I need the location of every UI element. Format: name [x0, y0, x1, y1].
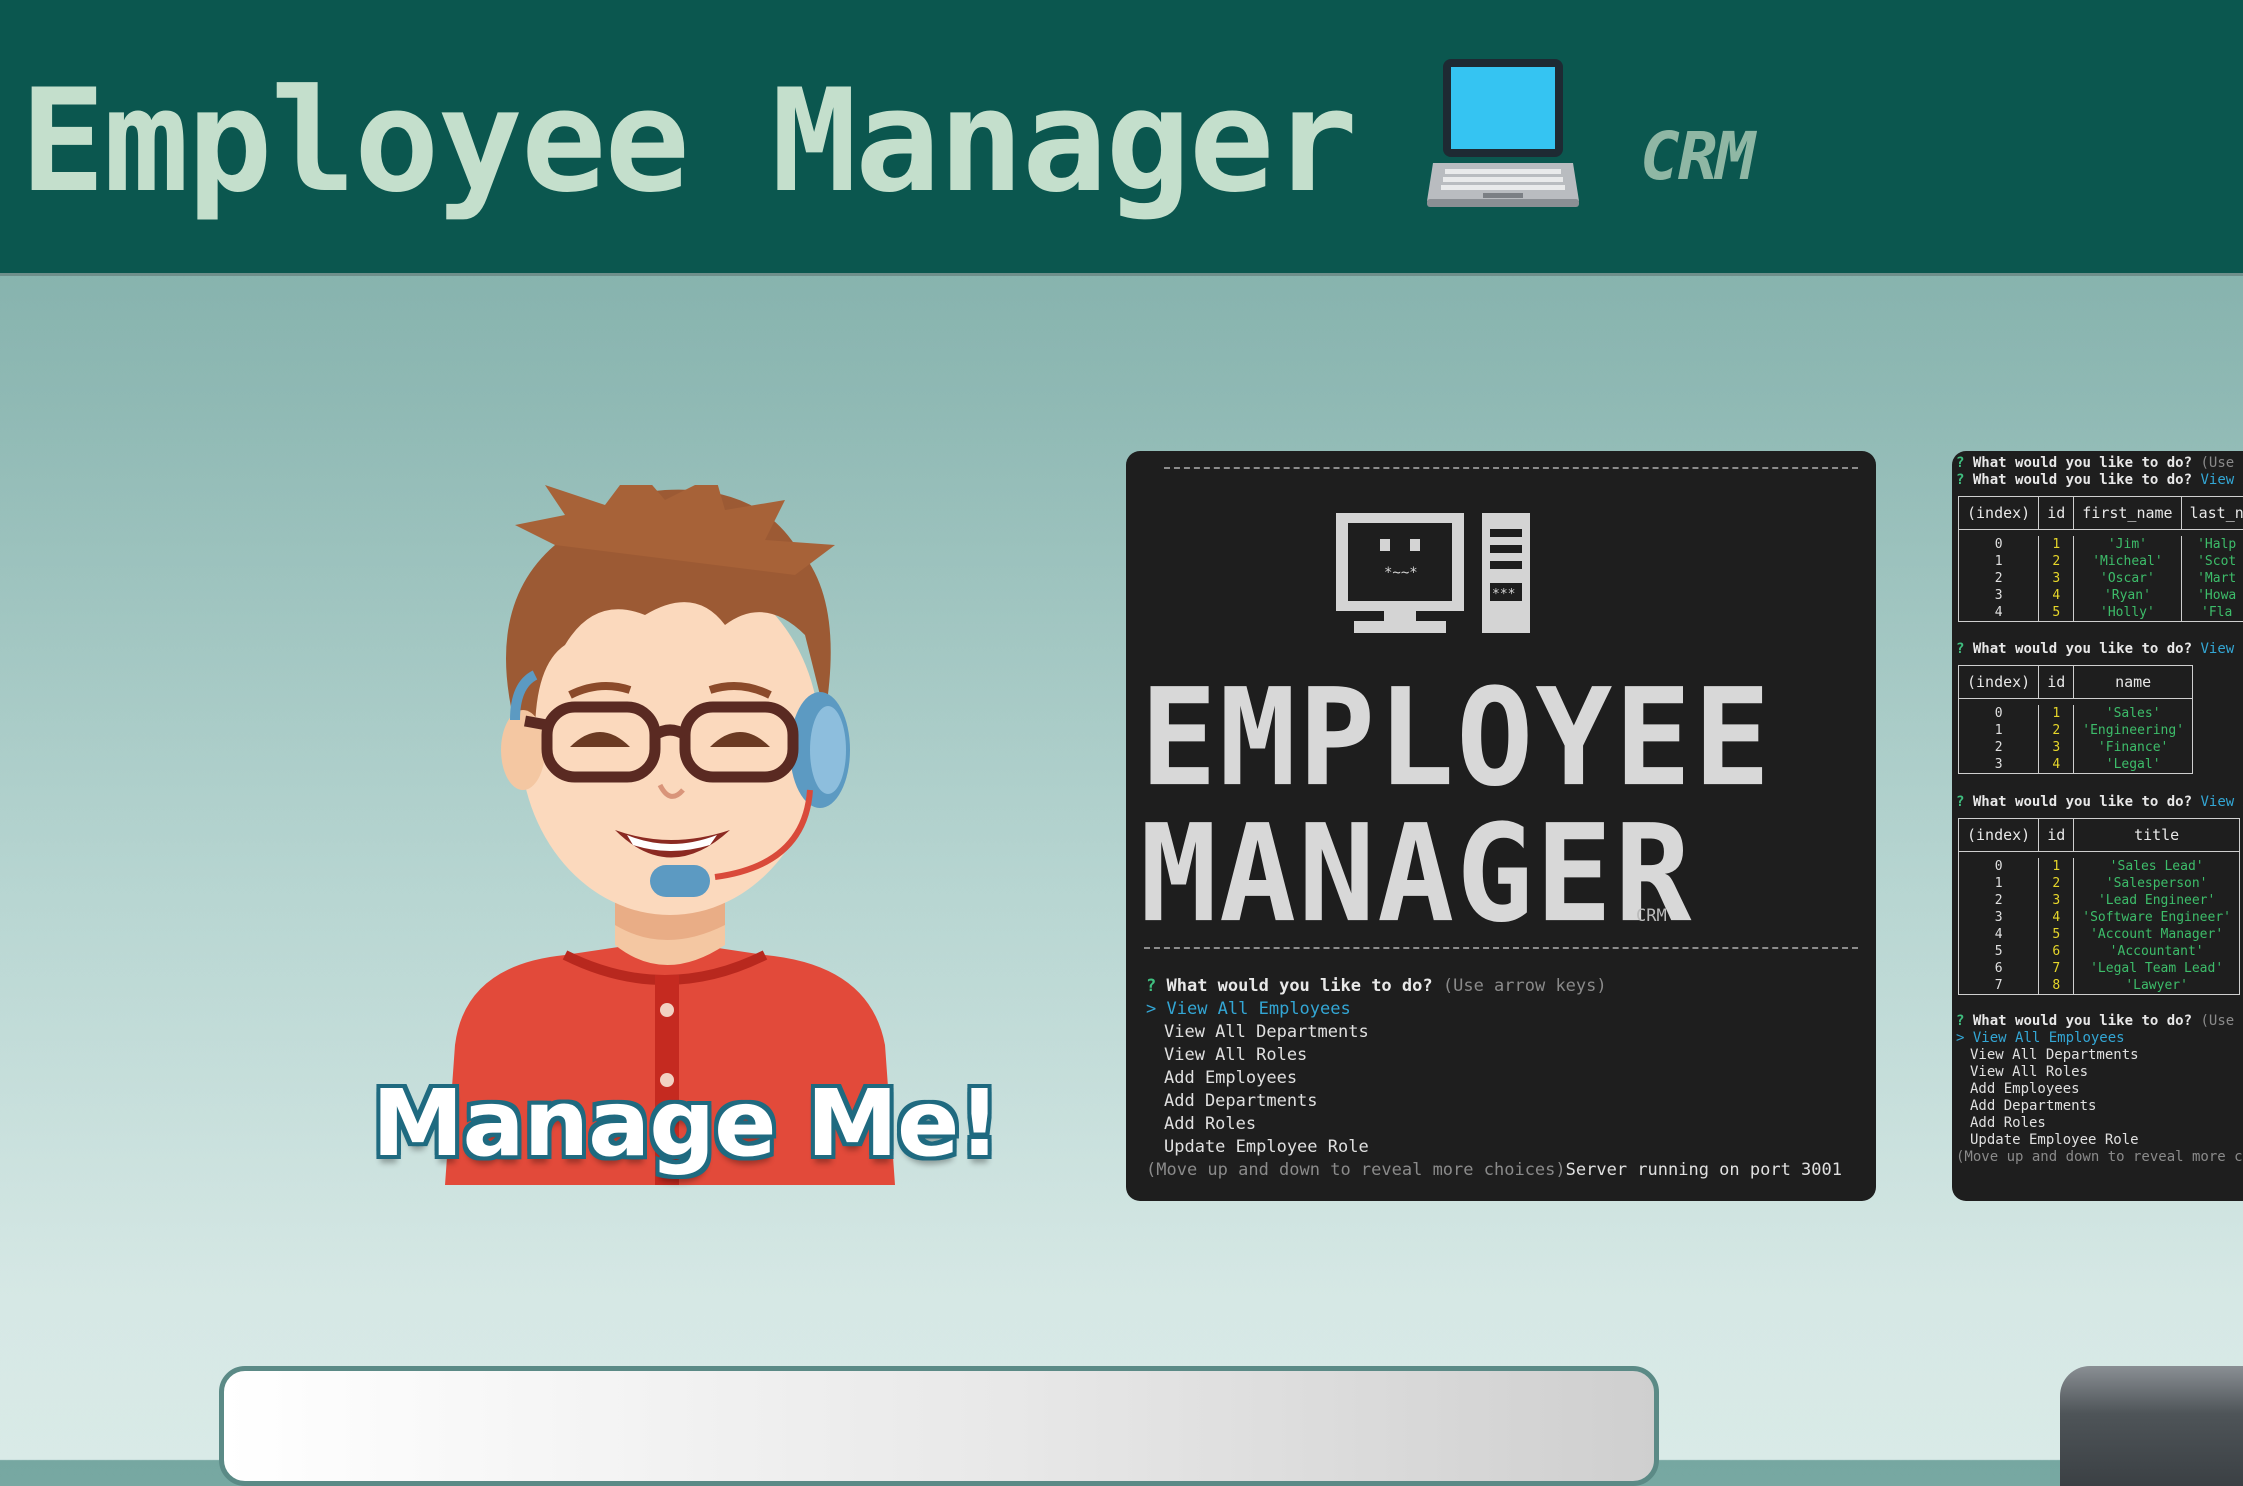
mascot-caption: Manage Me!	[372, 1070, 999, 1177]
table-row: 01'Sales'	[1959, 705, 2193, 722]
page-title: Employee Manager	[20, 62, 1356, 222]
menu-option[interactable]: Add Roles	[1164, 1113, 1256, 1136]
departments-table: (index) id name 01'Sales' 12'Engineering…	[1958, 665, 2193, 774]
table-row: 23'Finance'	[1959, 739, 2193, 756]
employees-table: (index) id first_name last_n 01'Jim''Hal…	[1958, 496, 2243, 622]
dashed-divider	[1144, 947, 1858, 951]
content-card-partial	[2060, 1366, 2243, 1486]
menu-option[interactable]: View All Roles	[1164, 1044, 1307, 1067]
ascii-title-manager: MANAGER	[1140, 808, 1693, 942]
table-row: 23'Oscar''Mart	[1959, 570, 2243, 587]
menu-option[interactable]: View All Roles	[1970, 1064, 2088, 1081]
menu-option[interactable]: Update Employee Role	[1164, 1136, 1369, 1159]
table-row: 78'Lawyer'	[1959, 977, 2240, 995]
menu-option[interactable]: Add Roles	[1970, 1115, 2046, 1132]
ascii-title-employee: EMPLOYEE	[1140, 672, 1773, 806]
terminal-footer: (Move up and down to reveal more cho	[1956, 1149, 2243, 1166]
table-row: 45'Holly''Fla	[1959, 604, 2243, 622]
menu-option-selected[interactable]: > View All Employees	[1956, 1030, 2125, 1047]
table-row: 23'Lead Engineer'	[1959, 892, 2240, 909]
table-row: 12'Micheal''Scot	[1959, 553, 2243, 570]
prompt-question: ? What would you like to do? (Use ar	[1956, 455, 2243, 472]
table-row: 56'Accountant'	[1959, 943, 2240, 960]
crm-tag: CRM	[1640, 118, 1753, 195]
laptop-icon	[1425, 55, 1581, 210]
table-row: 67'Legal Team Lead'	[1959, 960, 2240, 977]
menu-option[interactable]: View All Departments	[1970, 1047, 2139, 1064]
table-row: 01'Sales Lead'	[1959, 858, 2240, 875]
site-header: Employee Manager CRM	[0, 0, 2243, 276]
prompt-question: ? What would you like to do? (Use ar	[1956, 1013, 2243, 1030]
table-row: 34'Ryan''Howa	[1959, 587, 2243, 604]
table-row: 34'Software Engineer'	[1959, 909, 2240, 926]
computer-icon: *~~* ***	[1334, 511, 1534, 635]
prompt-answer: ? What would you like to do? View Al	[1956, 641, 2243, 658]
menu-option[interactable]: Add Employees	[1970, 1081, 2080, 1098]
terminal-footer: (Move up and down to reveal more choices…	[1146, 1159, 1842, 1182]
menu-option[interactable]: View All Departments	[1164, 1021, 1369, 1044]
ascii-crm-label: CRM	[1636, 906, 1667, 926]
roles-table: (index) id title 01'Sales Lead' 12'Sales…	[1958, 818, 2240, 995]
menu-option[interactable]: Update Employee Role	[1970, 1132, 2139, 1149]
table-row: 34'Legal'	[1959, 756, 2193, 774]
table-row: 12'Salesperson'	[1959, 875, 2240, 892]
svg-text:***: ***	[1492, 587, 1515, 602]
menu-option[interactable]: Add Departments	[1970, 1098, 2096, 1115]
svg-text:*~~*: *~~*	[1384, 565, 1418, 581]
menu-option[interactable]: Add Employees	[1164, 1067, 1297, 1090]
menu-option[interactable]: Add Departments	[1164, 1090, 1318, 1113]
prompt-answer: ? What would you like to do? View Al	[1956, 472, 2243, 489]
content-card	[219, 1366, 1659, 1486]
terminal-screenshot-main: *~~* *** EMPLOYEE MANAGER CRM ? What wou…	[1126, 451, 1876, 1201]
prompt-question: ? What would you like to do? (Use arrow …	[1146, 975, 1607, 998]
table-row: 45'Account Manager'	[1959, 926, 2240, 943]
table-row: 01'Jim''Halp	[1959, 536, 2243, 553]
menu-option-selected[interactable]: > View All Employees	[1146, 998, 1351, 1021]
table-row: 12'Engineering'	[1959, 722, 2193, 739]
terminal-screenshot-side: ? What would you like to do? (Use ar ? W…	[1952, 451, 2243, 1201]
dashed-divider	[1164, 467, 1858, 471]
prompt-answer: ? What would you like to do? View Al	[1956, 794, 2243, 811]
